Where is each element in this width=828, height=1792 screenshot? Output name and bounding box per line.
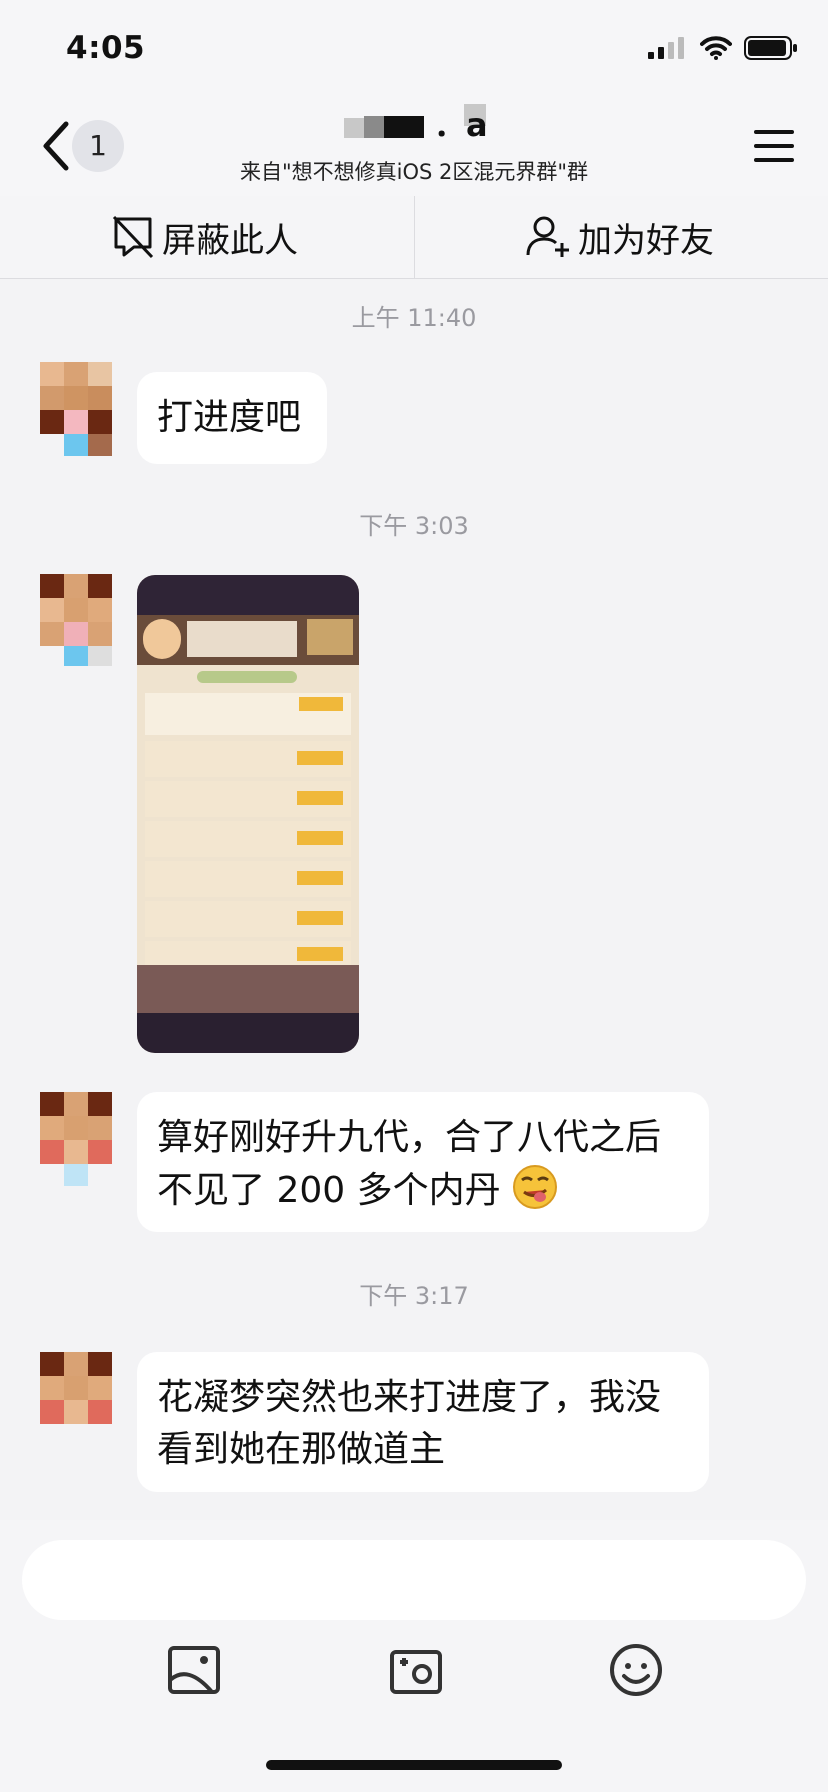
block-user-button[interactable]: 屏蔽此人: [110, 196, 298, 278]
status-icons: [648, 36, 798, 60]
group-source: 来自"想不想修真iOS 2区混元界群"群: [239, 160, 589, 184]
message-input[interactable]: [22, 1540, 806, 1620]
image-message[interactable]: [137, 575, 359, 1053]
add-friend-icon: [526, 216, 569, 257]
block-icon: [112, 215, 154, 259]
action-divider: [414, 196, 415, 278]
add-friend-button[interactable]: 加为好友: [526, 196, 714, 278]
message-bubble[interactable]: 打进度吧: [137, 372, 327, 464]
home-indicator: [266, 1760, 562, 1770]
block-user-label: 屏蔽此人: [162, 220, 298, 261]
avatar[interactable]: [40, 362, 112, 456]
time-separator: 上午 11:40: [351, 304, 477, 332]
battery-icon: [744, 36, 797, 60]
message-bubble[interactable]: 花凝梦突然也来打进度了，我没看到她在那做道主: [137, 1352, 709, 1492]
avatar[interactable]: [40, 1352, 112, 1446]
menu-icon[interactable]: [754, 128, 794, 164]
add-friend-label: 加为好友: [578, 220, 714, 261]
signal-icon: [648, 37, 684, 59]
avatar[interactable]: [40, 574, 112, 668]
photo-icon[interactable]: [166, 1642, 222, 1698]
wifi-icon: [700, 36, 732, 60]
face-with-tongue-emoji: [513, 1165, 558, 1209]
emoji-icon[interactable]: [608, 1642, 664, 1698]
chat-title: ．a: [434, 106, 488, 144]
message-bubble[interactable]: 算好刚好升九代，合了八代之后不见了 200 多个内丹: [137, 1092, 709, 1232]
avatar[interactable]: [40, 1092, 112, 1186]
message-text: 算好刚好升九代，合了八代之后不见了 200 多个内丹: [157, 1117, 662, 1211]
time-separator: 下午 3:03: [359, 512, 469, 540]
status-time: 4:05: [66, 30, 146, 66]
camera-icon[interactable]: [388, 1642, 444, 1698]
time-separator: 下午 3:17: [359, 1282, 469, 1310]
